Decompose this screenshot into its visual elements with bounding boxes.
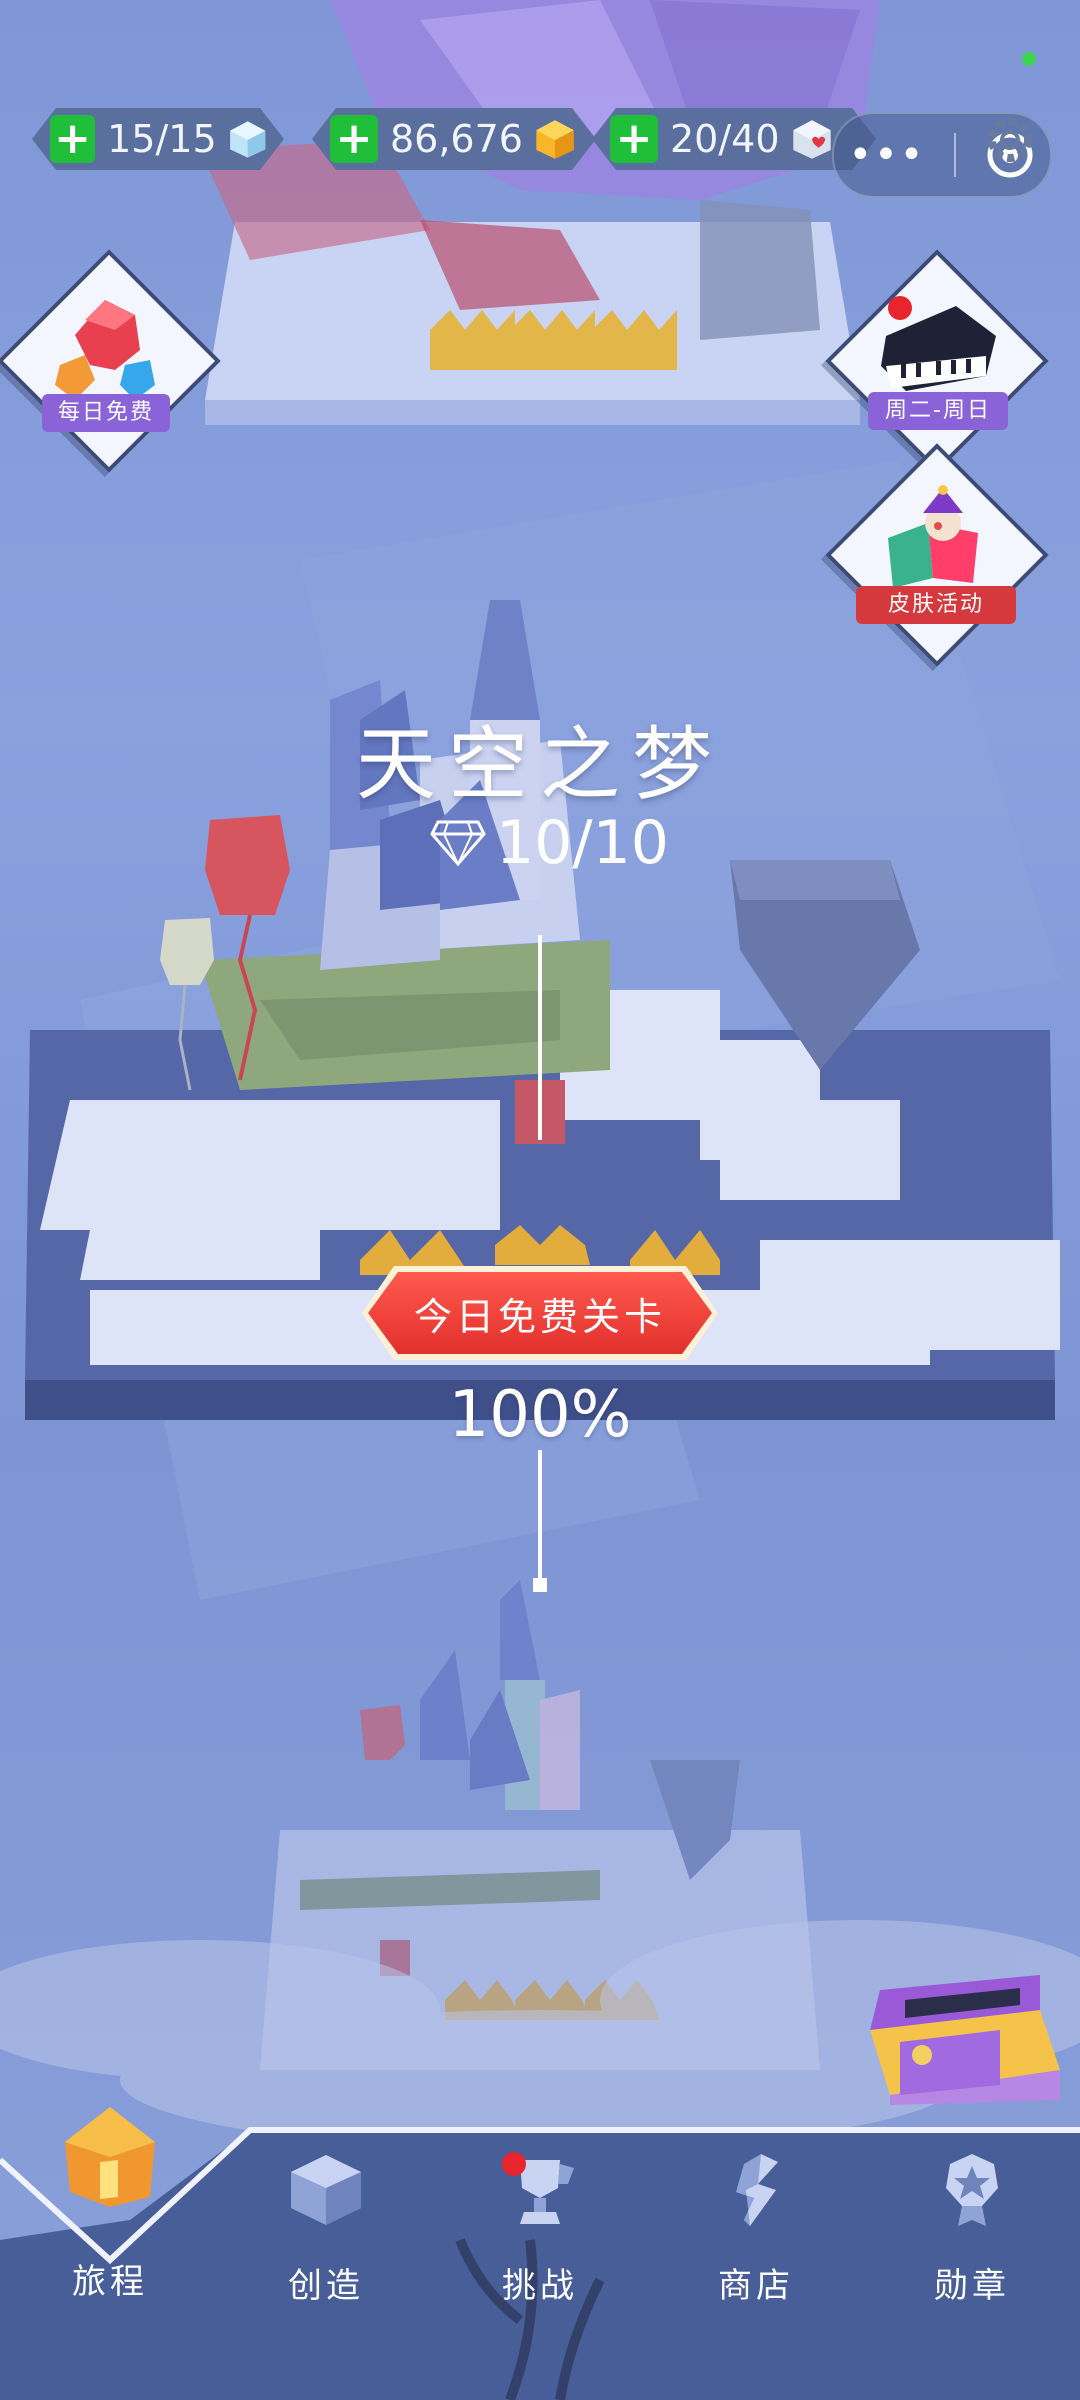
nav-medals-label: 勋章 (934, 2266, 1010, 2306)
nav-create-label: 创造 (288, 2266, 364, 2306)
nav-shop[interactable]: 商店 (676, 2150, 836, 2390)
shop-icon (736, 2154, 778, 2226)
daily-free-label: 每日免费 (42, 394, 170, 432)
game-scene: + 15/15 + 86,676 + 20/40 ••• 每日免费 周二-周日 … (0, 0, 1080, 2400)
level-title: 天空之梦 (356, 718, 724, 811)
jester-box-icon (888, 485, 978, 588)
gear-icon[interactable] (980, 110, 1040, 170)
treasure-chest[interactable] (866, 1970, 1062, 2110)
nav-challenge[interactable]: 挑战 (460, 2150, 620, 2390)
nav-journey[interactable]: 旅程 (30, 2107, 190, 2390)
house-icon (65, 2107, 155, 2207)
more-options-icon[interactable]: ••• (849, 132, 926, 178)
gems-counter[interactable]: + 86,676 (312, 108, 596, 170)
add-lives-button[interactable]: + (50, 115, 95, 163)
weekday-label: 周二-周日 (868, 392, 1008, 430)
status-indicator (1022, 52, 1036, 66)
hearts-value: 20/40 (670, 117, 780, 161)
nav-medals[interactable]: 勋章 (892, 2150, 1052, 2390)
weekday-notification-dot (888, 296, 912, 320)
nav-create[interactable]: 创造 (246, 2150, 406, 2390)
cube-icon (291, 2155, 361, 2225)
skin-event-label: 皮肤活动 (856, 586, 1016, 624)
add-gems-button[interactable]: + (330, 115, 378, 163)
challenge-notification-dot (502, 2152, 526, 2176)
gems-value: 86,676 (390, 117, 523, 161)
blue-cube-icon (227, 117, 268, 161)
add-hearts-button[interactable]: + (610, 115, 658, 163)
gold-gem-icon (533, 117, 577, 161)
nav-journey-label: 旅程 (72, 2262, 148, 2302)
free-level-banner[interactable]: 今日免费关卡 (368, 1272, 712, 1354)
menu-divider (954, 133, 957, 177)
piano-icon (881, 306, 996, 391)
lives-value: 15/15 (107, 117, 217, 161)
medal-icon (946, 2154, 998, 2226)
nav-shop-label: 商店 (718, 2266, 794, 2306)
nav-challenge-label: 挑战 (502, 2266, 578, 2306)
level-progress: 100% (448, 1378, 632, 1452)
heart-box-icon (790, 117, 834, 161)
next-level-island[interactable] (260, 1580, 820, 2080)
lives-counter[interactable]: + 15/15 (32, 108, 284, 170)
